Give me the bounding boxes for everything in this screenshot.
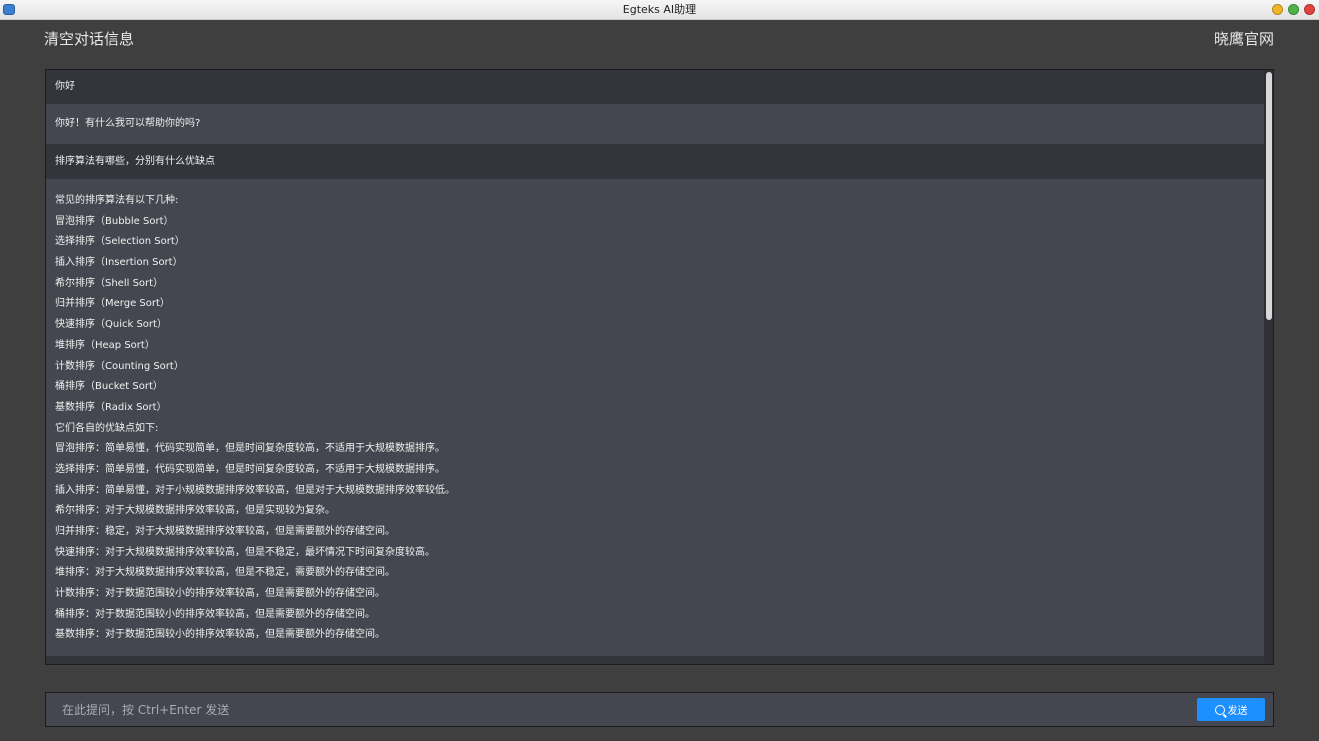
clear-conversation-button[interactable]: 清空对话信息 bbox=[44, 29, 134, 49]
maximize-button[interactable] bbox=[1288, 4, 1299, 15]
message-line: 冒泡排序：简单易懂，代码实现简单，但是时间复杂度较高，不适用于大规模数据排序。 bbox=[55, 443, 445, 455]
question-input[interactable] bbox=[54, 696, 1184, 723]
assistant-message: 常见的排序算法有以下几种: 冒泡排序（Bubble Sort） 选择排序（Sel… bbox=[46, 179, 1273, 657]
message-line: 桶排序：对于数据范围较小的排序效率较高，但是需要额外的存储空间。 bbox=[55, 608, 375, 620]
message-line: 快速排序（Quick Sort） bbox=[55, 319, 167, 331]
message-line: 桶排序（Bucket Sort） bbox=[55, 381, 163, 393]
close-button[interactable] bbox=[1304, 4, 1315, 15]
message-line: 计数排序：对于数据范围较小的排序效率较高，但是需要额外的存储空间。 bbox=[55, 588, 385, 600]
official-site-link[interactable]: 晓鹰官网 bbox=[1214, 29, 1274, 49]
window-titlebar: Egteks AI助理 bbox=[0, 0, 1319, 20]
user-message: 你好 bbox=[46, 70, 1273, 104]
message-line: 归并排序（Merge Sort） bbox=[55, 298, 170, 310]
message-line: 希尔排序（Shell Sort） bbox=[55, 277, 164, 289]
message-line: 计数排序（Counting Sort） bbox=[55, 360, 184, 372]
send-button-label: 发送 bbox=[1227, 706, 1248, 717]
chat-scrollbar-thumb[interactable] bbox=[1266, 72, 1272, 320]
message-line: 常见的排序算法有以下几种: bbox=[55, 195, 179, 206]
message-line: 基数排序（Radix Sort） bbox=[55, 401, 167, 413]
message-line: 堆排序（Heap Sort） bbox=[55, 339, 155, 351]
input-bar: 发送 bbox=[45, 692, 1274, 727]
user-message-partial bbox=[46, 656, 1273, 664]
chat-panel[interactable]: 你好 你好！有什么我可以帮助你的吗? 排序算法有哪些，分别有什么优缺点 常见的排… bbox=[45, 69, 1274, 665]
assistant-message: 你好！有什么我可以帮助你的吗? bbox=[46, 104, 1273, 144]
message-line: 插入排序（Insertion Sort） bbox=[55, 257, 183, 269]
user-message: 排序算法有哪些，分别有什么优缺点 bbox=[46, 144, 1273, 179]
message-line: 堆排序：对于大规模数据排序效率较高，但是不稳定，需要额外的存储空间。 bbox=[55, 567, 395, 579]
message-line: 插入排序：简单易懂，对于小规模数据排序效率较高，但是对于大规模数据排序效率较低。 bbox=[55, 484, 455, 496]
message-line: 基数排序：对于数据范围较小的排序效率较高，但是需要额外的存储空间。 bbox=[55, 629, 385, 641]
message-line: 快速排序：对于大规模数据排序效率较高，但是不稳定，最坏情况下时间复杂度较高。 bbox=[55, 546, 435, 558]
message-line: 归并排序：稳定，对于大规模数据排序效率较高，但是需要额外的存储空间。 bbox=[55, 526, 395, 537]
message-line: 选择排序：简单易懂，代码实现简单，但是时间复杂度较高，不适用于大规模数据排序。 bbox=[55, 463, 445, 475]
message-line: 冒泡排序（Bubble Sort） bbox=[55, 215, 174, 227]
message-line: 选择排序（Selection Sort） bbox=[55, 236, 185, 248]
message-line: 希尔排序：对于大规模数据排序效率较高，但是实现较为复杂。 bbox=[55, 505, 335, 517]
minimize-button[interactable] bbox=[1272, 4, 1283, 15]
search-icon bbox=[1214, 704, 1225, 715]
window-title: Egteks AI助理 bbox=[622, 3, 697, 16]
message-line: 它们各自的优缺点如下: bbox=[55, 422, 159, 434]
send-button[interactable]: 发送 bbox=[1197, 698, 1265, 721]
chat-scrollbar[interactable] bbox=[1264, 70, 1273, 664]
